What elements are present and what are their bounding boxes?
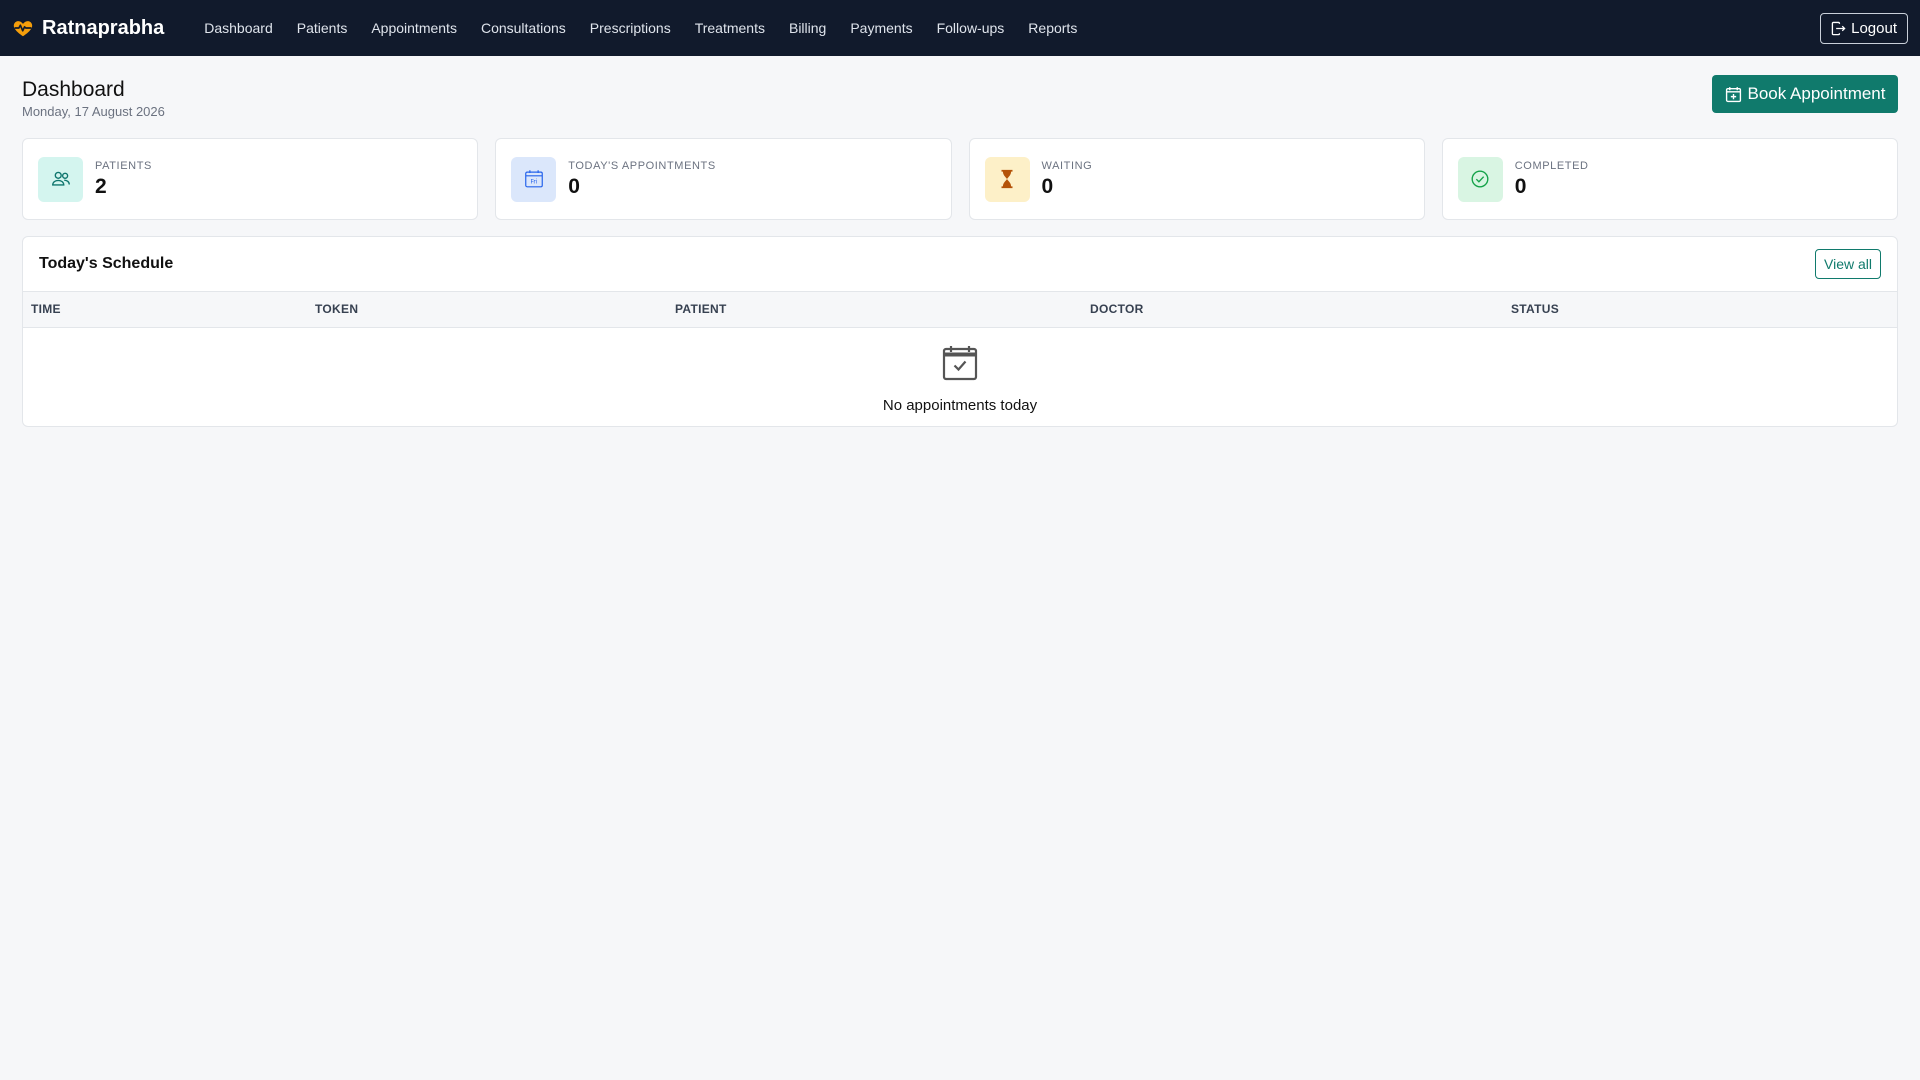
stat-card-waiting[interactable]: WAITING 0 (968, 138, 1425, 220)
book-appointment-label: Book Appointment (1747, 84, 1886, 103)
page-date: Monday, 17 August 2026 (22, 104, 165, 119)
column-token[interactable]: TOKEN (307, 292, 667, 328)
logout-icon (1831, 21, 1846, 36)
stat-label: WAITING (1041, 159, 1093, 172)
empty-row: No appointments today (23, 327, 1897, 426)
stat-label: PATIENTS (95, 159, 152, 172)
page-content: Dashboard Monday, 17 August 2026 Book Ap… (0, 56, 1920, 427)
nav-consultations[interactable]: Consultations (469, 20, 578, 36)
stat-card-patients[interactable]: PATIENTS 2 (22, 138, 479, 220)
nav-patients[interactable]: Patients (285, 20, 360, 36)
check-circle-icon (1457, 156, 1503, 202)
book-appointment-button[interactable]: Book Appointment (1712, 75, 1898, 113)
nav-payments[interactable]: Payments (838, 20, 924, 36)
logout-button[interactable]: Logout (1820, 13, 1908, 44)
calendar-icon: Fri (511, 156, 557, 202)
stats-row: PATIENTS 2 Fri TODAY'S APPOINTMENTS 0 WA… (22, 138, 1898, 220)
page-header: Dashboard Monday, 17 August 2026 Book Ap… (22, 75, 1898, 138)
view-all-button[interactable]: View all (1815, 249, 1881, 279)
stat-value: 2 (95, 174, 107, 198)
schedule-title: Today's Schedule (39, 255, 174, 272)
empty-message: No appointments today (882, 396, 1038, 414)
brand[interactable]: Ratnaprabha (12, 17, 164, 40)
main-nav: Dashboard Patients Appointments Consulta… (192, 20, 1089, 36)
schedule-table: TIME TOKEN PATIENT DOCTOR STATUS No appo… (23, 292, 1897, 426)
table-header-row: TIME TOKEN PATIENT DOCTOR STATUS (23, 292, 1897, 328)
stat-card-completed[interactable]: COMPLETED 0 (1441, 138, 1898, 220)
top-navbar: Ratnaprabha Dashboard Patients Appointme… (0, 0, 1920, 56)
calendar-check-icon (941, 344, 979, 382)
todays-schedule-panel: Today's Schedule View all TIME TOKEN PAT… (22, 236, 1898, 427)
calendar-day-text: Fri (530, 179, 537, 186)
nav-prescriptions[interactable]: Prescriptions (578, 20, 683, 36)
schedule-header: Today's Schedule View all (23, 237, 1897, 292)
hourglass-icon (984, 156, 1030, 202)
logout-label: Logout (1851, 20, 1897, 37)
nav-follow-ups[interactable]: Follow-ups (925, 20, 1017, 36)
column-patient[interactable]: PATIENT (667, 292, 1082, 328)
users-icon (38, 156, 83, 202)
nav-dashboard[interactable]: Dashboard (192, 20, 285, 36)
heart-pulse-icon (12, 17, 34, 39)
column-status[interactable]: STATUS (1503, 292, 1897, 328)
column-time[interactable]: TIME (23, 292, 307, 328)
column-doctor[interactable]: DOCTOR (1082, 292, 1503, 328)
nav-billing[interactable]: Billing (777, 20, 838, 36)
nav-treatments[interactable]: Treatments (683, 20, 777, 36)
page-title: Dashboard (22, 78, 125, 101)
brand-name: Ratnaprabha (42, 16, 165, 39)
empty-state: No appointments today (23, 327, 1897, 426)
stat-label: COMPLETED (1514, 159, 1589, 172)
nav-appointments[interactable]: Appointments (359, 20, 469, 36)
calendar-plus-icon (1725, 86, 1742, 103)
stat-value: 0 (1514, 174, 1527, 198)
stat-value: 0 (1041, 174, 1054, 198)
nav-reports[interactable]: Reports (1016, 20, 1089, 36)
stat-label: TODAY'S APPOINTMENTS (568, 159, 716, 172)
stat-value: 0 (568, 174, 580, 198)
stat-card-todays-appointments[interactable]: Fri TODAY'S APPOINTMENTS 0 (495, 138, 952, 220)
